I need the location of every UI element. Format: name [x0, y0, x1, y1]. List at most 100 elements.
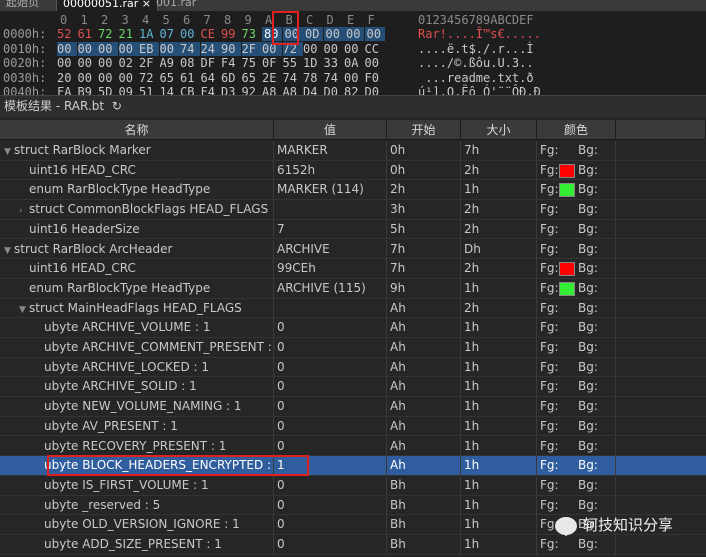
color-swatch[interactable] [559, 163, 575, 178]
hex-byte[interactable]: CE [201, 27, 221, 41]
hex-editor[interactable]: 0 1 2 3 4 5 6 7 8 9 A B C D E F 0123456789ABCDEF 0000h: 52… [0, 11, 706, 95]
row-color-cell[interactable]: Fg: Bg: [537, 397, 616, 417]
hex-byte[interactable]: 33 [324, 56, 344, 70]
row-color-cell[interactable]: Fg: Bg: [537, 377, 616, 397]
hex-byte[interactable]: 61 [78, 27, 98, 41]
row-value-cell[interactable] [274, 200, 387, 220]
hex-byte[interactable]: 00 [344, 71, 364, 85]
hex-byte[interactable]: 64 [201, 71, 221, 85]
hex-byte[interactable]: 1D [303, 56, 323, 70]
hex-byte[interactable]: 00 [57, 56, 77, 70]
hex-byte[interactable]: D3 [221, 85, 241, 95]
hex-byte[interactable]: D0 [324, 85, 344, 95]
hex-byte[interactable]: D4 [303, 85, 323, 95]
table-row[interactable]: uint16 HEAD_CRC 6152h 0h 2h Fg: Bg: [0, 160, 706, 181]
hex-byte[interactable]: A8 [283, 85, 303, 95]
hex-byte[interactable]: 00 [57, 41, 77, 56]
column-header-name[interactable]: 名称 [0, 120, 274, 140]
hex-byte[interactable]: 73 [242, 27, 262, 41]
table-row[interactable]: ubyte RECOVERY_PRESENT : 1 0 Ah 1h Fg: Bg: [0, 436, 706, 457]
hex-byte[interactable]: 00 [78, 71, 98, 85]
hex-ascii[interactable]: ....ë.t$./.r...Ì [418, 42, 534, 56]
hex-ascii[interactable]: ...readme.txt.ð [418, 71, 533, 85]
table-row[interactable]: ▼ struct MainHeadFlags HEAD_FLAGS Ah 2h Fg: B… [0, 298, 706, 319]
chevron-right-icon[interactable]: › [19, 202, 29, 219]
row-value-cell[interactable]: 0 [274, 535, 387, 554]
hex-byte[interactable]: 75 [242, 56, 262, 70]
hex-byte[interactable]: B9 [78, 85, 98, 95]
hex-byte[interactable]: 00 [344, 42, 364, 56]
row-value-cell[interactable]: ARCHIVE (115) [274, 278, 387, 298]
hex-byte[interactable]: 65 [242, 71, 262, 85]
hex-ascii[interactable]: ..../©.ßôu.U.3.. [418, 56, 534, 70]
row-color-cell[interactable]: Fg: Bg: [537, 160, 616, 180]
refresh-icon[interactable]: ↻ [112, 99, 122, 113]
hex-byte[interactable]: 6D [221, 71, 241, 85]
row-color-cell[interactable]: Fg: Bg: [537, 357, 616, 377]
hex-byte[interactable]: 20 [57, 71, 77, 85]
hex-byte[interactable]: 00 [98, 56, 118, 70]
tab-001-rar[interactable]: 001.rar [150, 0, 202, 11]
row-value-cell[interactable]: MARKER [274, 141, 387, 160]
hex-byte[interactable]: 00 [159, 41, 180, 56]
hex-byte[interactable]: 21 [119, 27, 139, 41]
hex-byte[interactable]: 00 [364, 27, 385, 41]
table-row[interactable]: › struct CommonBlockFlags HEAD_FLAGS 3h 2h F… [0, 200, 706, 220]
row-value-cell[interactable]: 1 [274, 456, 387, 476]
hex-byte[interactable]: 08 [180, 56, 200, 70]
column-header-size[interactable]: 大小 [461, 120, 537, 140]
row-color-cell[interactable]: Fg: Bg: [537, 259, 616, 279]
table-row[interactable]: ▼ struct RarBlock Marker MARKER 0h 7h Fg: Bg: [0, 141, 706, 161]
row-value-cell[interactable]: 0 [274, 397, 387, 417]
table-row[interactable]: ▼ struct RarBlock ArcHeader ARCHIVE 7h Dh Fg:… [0, 239, 706, 260]
hex-byte[interactable]: 61 [180, 71, 200, 85]
hex-byte[interactable]: A8 [262, 85, 282, 95]
row-color-cell[interactable]: Fg: Bg: [537, 180, 616, 200]
row-color-cell[interactable]: Fg: Bg: [537, 318, 616, 338]
hex-byte[interactable]: 55 [283, 56, 303, 70]
hex-byte[interactable]: 00 [324, 42, 344, 56]
row-value-cell[interactable]: 99CEh [274, 259, 387, 279]
hex-byte[interactable]: 2F [241, 41, 262, 56]
hex-byte[interactable]: 00 [262, 41, 282, 56]
row-value-cell[interactable]: 0 [274, 338, 387, 357]
hex-ascii[interactable]: Rar!....Î™s€..... [418, 27, 541, 41]
hex-byte[interactable]: 00 [323, 27, 344, 41]
hex-byte[interactable]: 00 [344, 27, 364, 41]
chevron-down-icon[interactable]: ▼ [4, 242, 14, 259]
row-value-cell[interactable]: 6152h [274, 160, 387, 180]
row-color-cell[interactable]: Fg: Bg: [537, 298, 616, 318]
hex-byte[interactable]: 07 [160, 27, 180, 41]
row-value-cell[interactable]: 0 [274, 377, 387, 397]
hex-byte[interactable]: 92 [242, 85, 262, 95]
hex-byte[interactable]: 00 [365, 56, 385, 70]
color-swatch[interactable] [559, 262, 575, 277]
row-value-cell[interactable]: 0 [274, 357, 387, 377]
chevron-down-icon[interactable]: ▼ [19, 301, 29, 318]
hex-byte[interactable]: F4 [201, 85, 221, 95]
hex-byte[interactable]: 74 [180, 41, 200, 56]
hex-byte[interactable]: F4 [221, 56, 241, 70]
hex-byte[interactable]: 00 [180, 27, 200, 41]
row-value-cell[interactable]: 0 [274, 436, 387, 456]
tab-00000051-rar[interactable]: 00000051.rar × [56, 0, 158, 11]
table-row[interactable]: ubyte ARCHIVE_COMMENT_PRESENT : 1 0 Ah 1h Fg… [0, 338, 706, 358]
hex-byte[interactable]: 00 [282, 27, 303, 41]
table-row[interactable]: ubyte IS_FIRST_VOLUME : 1 0 Bh 1h Fg: Bg: [0, 475, 706, 496]
hex-byte[interactable]: 52 [57, 27, 77, 41]
row-color-cell[interactable]: Fg: Bg: [537, 239, 616, 259]
hex-byte[interactable]: 72 [282, 41, 303, 56]
table-row[interactable]: ubyte NEW_VOLUME_NAMING : 1 0 Ah 1h Fg: Bg: [0, 397, 706, 417]
hex-byte[interactable]: 00 [98, 41, 118, 56]
hex-byte[interactable]: 82 [344, 85, 364, 95]
row-value-cell[interactable]: ARCHIVE [274, 239, 387, 259]
table-row[interactable]: ubyte BLOCK_HEADERS_ENCRYPTED : 1 1 Ah 1h Fg… [0, 456, 706, 476]
hex-byte[interactable]: 00 [78, 56, 98, 70]
hex-byte[interactable]: FA [57, 85, 77, 95]
row-value-cell[interactable]: 0 [274, 495, 387, 515]
row-color-cell[interactable]: Fg: Bg: [537, 200, 616, 220]
row-value-cell[interactable]: 7 [274, 219, 387, 239]
row-value-cell[interactable]: 0 [274, 318, 387, 338]
hex-byte[interactable]: 00 [77, 41, 98, 56]
hex-byte[interactable]: 0D [303, 27, 323, 41]
